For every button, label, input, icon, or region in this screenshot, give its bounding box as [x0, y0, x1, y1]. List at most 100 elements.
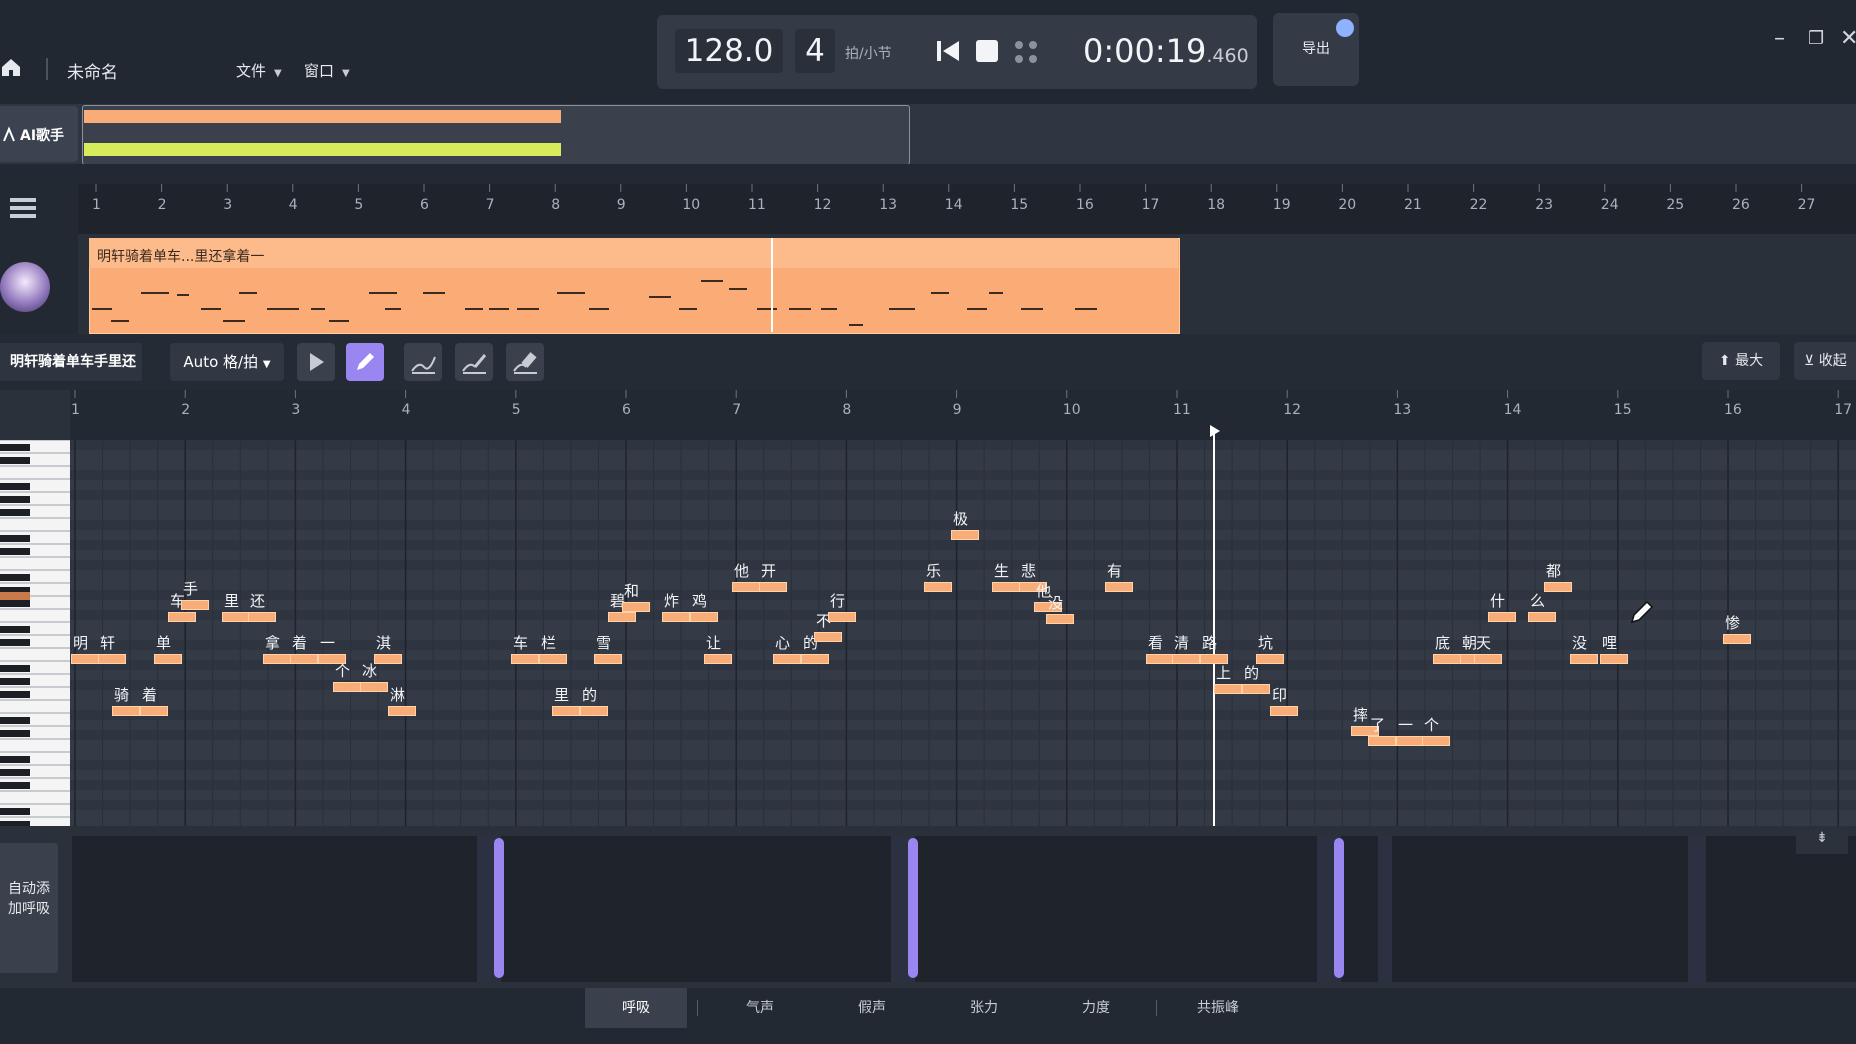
maximize-button[interactable]: ⬆ 最大 [1702, 342, 1780, 380]
ruler-label: 13 [879, 197, 897, 213]
menu-file[interactable]: 文件 ▼ [236, 60, 282, 81]
divider [1156, 1000, 1157, 1016]
grid-row [70, 750, 1856, 760]
breath-bar[interactable] [1334, 838, 1344, 978]
pitch-pen-tool-button[interactable] [455, 343, 493, 381]
arrangement-ruler[interactable]: 1 2 3 4 5 6 7 8 9 10 11 12 13 14 15 16 17 18 19 20 21 22 23 24 2… [78, 184, 1856, 234]
tab-strength[interactable]: 力度 [1046, 988, 1146, 1028]
auto-breath-label: 自动添加呼吸 [8, 881, 50, 917]
black-key [0, 717, 30, 724]
clip-note [111, 320, 129, 322]
clip-note [201, 308, 221, 310]
ruler-label: 3 [291, 402, 300, 418]
collapse-icon: ⊻ [1804, 353, 1815, 369]
tab-breath[interactable]: 呼吸 [585, 988, 687, 1028]
ruler-label: 9 [617, 197, 626, 213]
track-name[interactable]: 明轩骑着单车手里还 [0, 343, 142, 381]
clip-note [423, 292, 445, 294]
active-key [0, 592, 30, 600]
grid-row [70, 500, 1856, 510]
menu-icon[interactable] [10, 198, 36, 202]
piano-keyboard[interactable] [0, 439, 70, 828]
snap-select[interactable]: Auto 格/拍 ▼ [170, 343, 284, 381]
tab-formant[interactable]: 共振峰 [1168, 988, 1268, 1028]
ruler-label: 5 [354, 197, 363, 213]
beats-field[interactable]: 4 [795, 29, 835, 73]
stop-icon[interactable] [975, 39, 999, 63]
metronome-dots-icon[interactable] [1013, 39, 1039, 65]
grid-row [70, 530, 1856, 540]
pencil-tool-button[interactable] [346, 343, 384, 381]
clip-note-preview [92, 280, 1097, 326]
tab-breathiness[interactable]: 气声 [710, 988, 810, 1028]
grid-row [70, 740, 1856, 750]
black-key [0, 730, 30, 737]
tempo-field[interactable]: 128.0 [675, 29, 783, 73]
clip-note [729, 288, 747, 290]
grid-row [70, 440, 1856, 450]
breath-bar[interactable] [908, 838, 918, 978]
ruler-label: 2 [158, 197, 167, 213]
skip-to-start-icon[interactable] [935, 38, 961, 64]
clip-note [889, 308, 915, 310]
playhead[interactable] [1213, 430, 1215, 826]
collapse-button[interactable]: ⊻ 收起 [1794, 342, 1856, 380]
breath-region [1378, 836, 1392, 982]
ruler-label: 11 [1173, 402, 1191, 418]
grid-row [70, 790, 1856, 800]
ruler-label: 17 [1834, 402, 1852, 418]
clip-note [757, 308, 777, 310]
ruler-label: 15 [1010, 197, 1028, 213]
tab-falsetto[interactable]: 假声 [822, 988, 922, 1028]
chevron-down-icon: ▼ [274, 68, 282, 79]
grid-row [70, 760, 1856, 770]
ruler-label: 19 [1273, 197, 1291, 213]
ai-singer-label: AI歌手 [20, 128, 65, 144]
grid-row [70, 480, 1856, 490]
restore-icon[interactable]: ❐ [1808, 28, 1824, 49]
ruler-label: 6 [420, 197, 429, 213]
clip-note [92, 308, 112, 310]
menu-window[interactable]: 窗口 ▼ [304, 60, 350, 81]
grid-row [70, 560, 1856, 570]
grid-row [70, 470, 1856, 480]
black-key [0, 444, 30, 451]
grid-row [70, 630, 1856, 640]
black-key [0, 600, 30, 607]
ruler-label: 17 [1142, 197, 1160, 213]
panel-toggle-icon[interactable]: ⇟ [1796, 830, 1848, 854]
grid-row [70, 550, 1856, 560]
ruler-label: 14 [1504, 402, 1522, 418]
minimize-icon[interactable]: – [1774, 26, 1785, 51]
piano-roll-grid[interactable] [70, 440, 1856, 840]
curve-pen-icon [462, 354, 487, 374]
grid-row [70, 640, 1856, 650]
breath-bar[interactable] [494, 838, 504, 978]
breath-region [1688, 836, 1706, 982]
arrow-up-icon: ⬆ [1718, 353, 1731, 369]
ruler-label: 14 [945, 197, 963, 213]
pitch-curve-tool-button[interactable] [404, 343, 442, 381]
grid-row [70, 510, 1856, 520]
grid-row [70, 590, 1856, 600]
close-icon[interactable]: ✕ [1840, 26, 1856, 51]
breath-lane[interactable] [72, 836, 1856, 982]
auto-breath-button[interactable]: 自动添加呼吸 [0, 843, 58, 973]
grid-row [70, 810, 1856, 820]
playhead-marker-icon[interactable] [1209, 424, 1221, 438]
piano-roll-ruler[interactable]: 1 2 3 4 5 6 7 8 9 10 11 12 13 14 15 16 17 [70, 390, 1856, 440]
clip-note [1021, 308, 1043, 310]
ruler-label: 5 [512, 402, 521, 418]
select-tool-button[interactable] [297, 343, 335, 381]
black-key [0, 691, 30, 698]
grid-row [70, 650, 1856, 660]
clip-note [329, 320, 349, 322]
avatar[interactable] [0, 262, 50, 312]
clip-note [701, 280, 723, 282]
clip-note [649, 296, 671, 298]
pitch-erase-tool-button[interactable] [506, 343, 544, 381]
home-icon[interactable] [0, 56, 22, 78]
clip-note [369, 292, 397, 294]
tab-tension[interactable]: 张力 [934, 988, 1034, 1028]
download-badge-icon [1336, 19, 1354, 37]
